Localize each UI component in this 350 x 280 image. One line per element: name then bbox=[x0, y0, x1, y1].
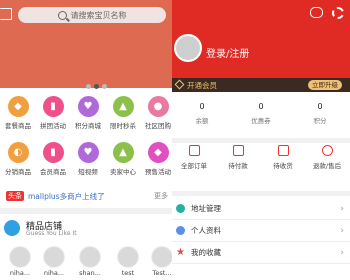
distribution-icon: ◐ bbox=[7, 142, 29, 163]
divider bbox=[172, 138, 350, 143]
wallet-icon bbox=[232, 145, 244, 156]
shop-subtitle: Guess You Like It bbox=[26, 230, 77, 237]
shop-section-header: 精品店铺 Guess You Like It bbox=[0, 216, 172, 240]
avatar bbox=[151, 246, 172, 268]
refund-icon bbox=[321, 145, 333, 156]
menu-item-flash-sale[interactable]: ▲ 限时秒杀 bbox=[105, 96, 141, 130]
avatar bbox=[9, 246, 31, 268]
heart-icon: ♥ bbox=[77, 96, 99, 117]
headline-tag: 头条 bbox=[6, 191, 24, 201]
box-icon bbox=[277, 145, 289, 156]
search-icon bbox=[57, 10, 67, 20]
banner-pager bbox=[86, 84, 107, 89]
menu-item-video[interactable]: ♥ 短视频 bbox=[70, 142, 106, 176]
person-icon bbox=[176, 226, 185, 235]
login-register-link[interactable]: 登录/注册 bbox=[206, 45, 249, 60]
combo-icon: ◆ bbox=[7, 96, 29, 117]
gear-icon[interactable] bbox=[332, 7, 344, 19]
message-icon[interactable] bbox=[310, 7, 323, 18]
vip-text: 开通会员 bbox=[187, 81, 217, 90]
vip-bar[interactable]: 开通会员 立即升级 bbox=[172, 78, 350, 92]
home-screen: 请搜索宝贝名称 ◆ 套餐商品 ▮ 拼团活动 ♥ 积分商城 ▲ 限时秒杀 ● 社区团购 ◐ 分… bbox=[0, 0, 172, 280]
menu-item-community[interactable]: ● 社区团购 bbox=[140, 96, 172, 130]
account-stats: 0 余额 0 优惠券 0 积分 bbox=[172, 102, 350, 132]
menu-item-presale[interactable]: ◆ 预售活动 bbox=[140, 142, 172, 176]
menu-item-combo[interactable]: ◆ 套餐商品 bbox=[0, 96, 36, 130]
headline-text[interactable]: mallplus多商户上线了 bbox=[28, 191, 150, 202]
avatar bbox=[117, 246, 139, 268]
profile-info-row[interactable]: 个人资料 › bbox=[172, 220, 350, 242]
address-management-row[interactable]: 地址管理 › bbox=[172, 198, 350, 220]
headline-notice[interactable]: 头条 mallplus多商户上线了 更多 bbox=[0, 186, 172, 206]
more-link[interactable]: 更多 bbox=[154, 191, 168, 201]
menu-item-seller[interactable]: ▲ 卖家中心 bbox=[105, 142, 141, 176]
shop-item[interactable]: Test... bbox=[150, 246, 172, 277]
upgrade-button[interactable]: 立即升级 bbox=[308, 80, 342, 90]
chevron-right-icon: › bbox=[340, 247, 344, 258]
refund-button[interactable]: 退款/售后 bbox=[305, 145, 349, 170]
member-icon: ▮ bbox=[42, 142, 64, 163]
favorites-row[interactable]: ★ 我的收藏 › bbox=[172, 242, 350, 264]
pending-payment-button[interactable]: 待付款 bbox=[216, 145, 260, 170]
star-icon: ★ bbox=[176, 247, 185, 258]
search-placeholder: 请搜索宝贝名称 bbox=[70, 10, 127, 20]
search-bar[interactable]: 请搜索宝贝名称 bbox=[18, 7, 166, 23]
shop-item[interactable]: niha... bbox=[42, 246, 66, 277]
profile-screen: 登录/注册 开通会员 立即升级 0 余额 0 优惠券 0 积分 全部订单 待付款 待收… bbox=[172, 0, 350, 280]
shop-item[interactable]: niha... bbox=[8, 246, 32, 277]
menu-item-member[interactable]: ▮ 会员商品 bbox=[35, 142, 71, 176]
chevron-right-icon: › bbox=[340, 203, 344, 214]
presale-icon: ◆ bbox=[147, 142, 169, 163]
shop-item[interactable]: test bbox=[116, 246, 140, 277]
menu-item-distribution[interactable]: ◐ 分销商品 bbox=[0, 142, 36, 176]
avatar[interactable] bbox=[174, 34, 202, 62]
avatar bbox=[79, 246, 101, 268]
all-orders-button[interactable]: 全部订单 bbox=[172, 145, 216, 170]
stat-balance[interactable]: 0 余额 bbox=[172, 102, 232, 125]
shop-item[interactable]: shan... bbox=[78, 246, 102, 277]
diamond-icon bbox=[174, 79, 185, 90]
stat-points[interactable]: 0 积分 bbox=[290, 102, 350, 125]
group-buy-icon: ▮ bbox=[42, 96, 64, 117]
divider bbox=[0, 208, 172, 214]
order-shortcuts: 全部订单 待付款 待收货 退款/售后 bbox=[172, 145, 350, 179]
seller-icon: ▲ bbox=[112, 142, 134, 163]
shop-list: niha... niha... shan... test Test... bbox=[0, 246, 172, 280]
pending-receipt-button[interactable]: 待收货 bbox=[261, 145, 305, 170]
menu-item-group[interactable]: ▮ 拼团活动 bbox=[35, 96, 71, 130]
community-icon: ● bbox=[147, 96, 169, 117]
chevron-right-icon: › bbox=[340, 225, 344, 236]
menu-item-points[interactable]: ♥ 积分商城 bbox=[70, 96, 106, 130]
shop-icon bbox=[4, 220, 20, 236]
avatar bbox=[43, 246, 65, 268]
location-icon bbox=[176, 204, 185, 213]
flash-sale-icon: ▲ bbox=[112, 96, 134, 117]
video-icon: ♥ bbox=[77, 142, 99, 163]
scan-icon[interactable] bbox=[0, 8, 12, 20]
order-list-icon bbox=[188, 145, 200, 156]
stat-coupons[interactable]: 0 优惠券 bbox=[231, 102, 291, 125]
divider bbox=[172, 191, 350, 196]
